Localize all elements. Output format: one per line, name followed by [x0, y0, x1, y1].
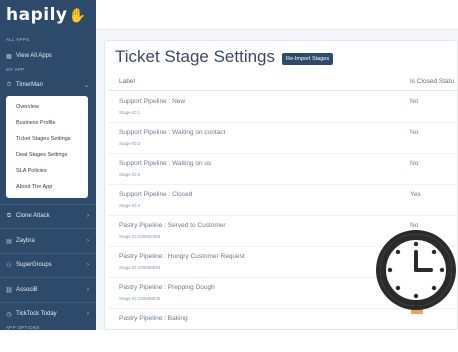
table-row[interactable]: Support Pipeline : Waiting on contact St… [108, 123, 458, 154]
divider [0, 204, 96, 205]
timer-icon: ⏱ [6, 81, 12, 88]
stage-id: Stage ID:100568834 [119, 265, 161, 270]
stage-closed-status: No [410, 222, 419, 229]
stage-id: Stage ID:3 [119, 172, 141, 177]
sidebar-item-clone-attack[interactable]: ⧉ Clone Attack › [5, 209, 93, 223]
submenu-item-deal-stages-settings[interactable]: Deal Stages Settings [16, 152, 67, 158]
clock-tick [431, 249, 437, 255]
sidebar: hapily✋ ALL APPS ▦ View All Apps MY APP … [0, 0, 96, 352]
sidebar-item-associb[interactable]: ⛓ AssociB › [5, 283, 93, 297]
sidebar-item-label: SuperGroups [16, 262, 52, 268]
clock-tick [387, 267, 393, 273]
link-icon: ⛓ [5, 287, 13, 294]
sidebar-item-label: Zaybra [16, 238, 35, 244]
timerman-submenu: Overview Business Profile Ticket Stages … [6, 96, 88, 198]
chevron-down-icon: ⌄ [83, 82, 89, 89]
stage-id: Stage ID:100562366 [119, 234, 161, 239]
stage-name: Support Pipeline : Waiting on us [119, 160, 212, 167]
divider [0, 228, 96, 229]
section-label-all-apps: ALL APPS [6, 37, 30, 42]
stage-name: Pastry Pipeline : Prepping Dough [119, 284, 215, 291]
stage-name: Pastry Pipeline : Hungry Customer Reques… [119, 253, 245, 260]
header-divider [108, 90, 458, 91]
chevron-right-icon: › [87, 311, 89, 317]
bottom-margin [0, 330, 458, 352]
clock-icon: ◷ [6, 311, 12, 318]
stage-id: Stage ID:1 [119, 110, 141, 115]
stage-name: Pastry Pipeline : Served to Customer [119, 222, 226, 229]
logo[interactable]: hapily✋ [6, 5, 86, 25]
stage-closed-status: Yes [410, 191, 421, 198]
divider [0, 302, 96, 303]
sidebar-item-label: View All Apps [16, 53, 52, 59]
sidebar-item-timerman[interactable]: ⏱ TimerMan ⌄ [5, 78, 93, 92]
column-header-is-closed-status: Is Closed Statu [410, 78, 455, 85]
stage-name: Support Pipeline : Closed [119, 191, 193, 198]
table-row[interactable]: Support Pipeline : Waiting on us Stage I… [108, 154, 458, 185]
top-bar [96, 0, 458, 30]
reimport-stages-button[interactable]: Re-Import Stages [282, 53, 334, 65]
sidebar-item-label: AssociB [16, 287, 38, 293]
chevron-right-icon: › [87, 287, 89, 293]
chevron-right-icon: › [87, 262, 89, 268]
chevron-right-icon: › [87, 213, 89, 219]
logo-hand-icon: ✋ [68, 8, 87, 24]
column-header-label: Label [119, 78, 135, 85]
sidebar-item-supergroups[interactable]: ⚇ SuperGroups › [5, 258, 93, 272]
clock-tick [431, 285, 437, 291]
divider [0, 253, 96, 254]
stage-name: Pastry Pipeline : Baking [119, 315, 188, 322]
clock-tick [413, 293, 419, 299]
divider [0, 277, 96, 278]
submenu-item-about-the-app[interactable]: About The App [16, 184, 52, 190]
stage-name: Support Pipeline : New [119, 98, 186, 105]
stage-id: Stage ID:2 [119, 141, 141, 146]
stage-closed-status: No [410, 98, 419, 105]
submenu-item-business-profile[interactable]: Business Profile [16, 120, 55, 126]
stage-id: Stage ID:100568835 [119, 296, 161, 301]
sidebar-item-label: TickTock Today [16, 311, 57, 317]
stage-closed-status: No [410, 129, 419, 136]
table-row[interactable]: Support Pipeline : Closed Stage ID:4 Yes [108, 185, 458, 216]
sidebar-item-label: TimerMan [16, 82, 43, 88]
clone-icon: ⧉ [6, 212, 12, 219]
chevron-right-icon: › [87, 238, 89, 244]
sidebar-item-view-all-apps[interactable]: ▦ View All Apps [5, 49, 93, 63]
sidebar-item-zaybra[interactable]: ▤ Zaybra › [5, 234, 93, 248]
grid-icon: ▦ [6, 53, 12, 60]
sidebar-item-label: Clone Attack [16, 213, 50, 219]
clock-tick [395, 249, 401, 255]
stage-id: Stage ID:4 [119, 203, 141, 208]
clock-tick [413, 241, 419, 247]
clock-tick [395, 285, 401, 291]
page-title: Ticket Stage Settings [115, 47, 276, 66]
submenu-item-sla-policies[interactable]: SLA Policies [16, 168, 47, 174]
stage-name: Support Pipeline : Waiting on contact [119, 129, 226, 136]
stage-closed-status: No [410, 160, 419, 167]
clock-magnifier-icon [376, 230, 456, 314]
zebra-icon: ▤ [6, 238, 12, 245]
sidebar-item-ticktock-today[interactable]: ◷ TickTock Today › [5, 307, 93, 321]
clock-tick [439, 267, 445, 273]
table-row[interactable]: Support Pipeline : New Stage ID:1 No [108, 92, 458, 123]
section-label-my-app: MY APP [6, 67, 25, 72]
submenu-item-overview[interactable]: Overview [16, 104, 39, 110]
submenu-item-ticket-stages-settings[interactable]: Ticket Stages Settings [16, 136, 71, 142]
groups-icon: ⚇ [6, 262, 12, 269]
